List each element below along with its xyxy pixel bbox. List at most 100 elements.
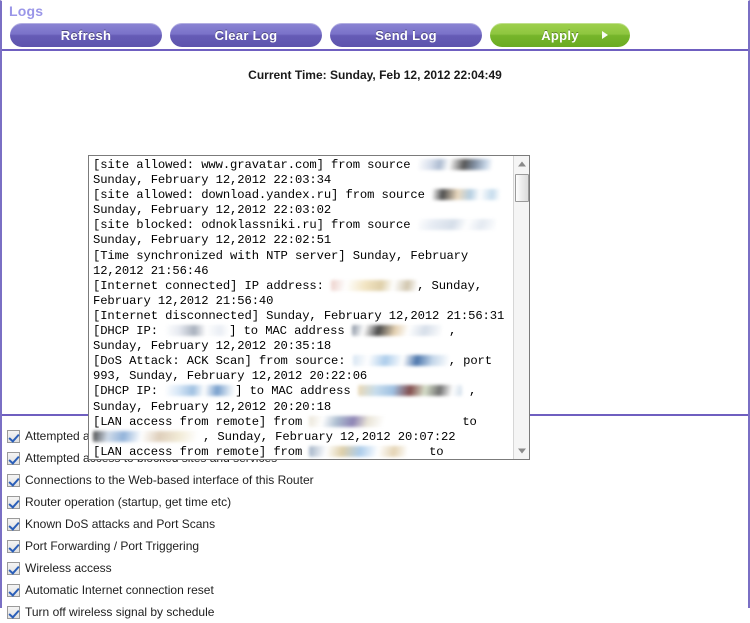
log-line: Sunday, February 12,2012 22:03:02: [93, 203, 511, 218]
log-option-label: Turn off wireless signal by schedule: [25, 605, 215, 619]
log-line-text: ] to MAC address: [235, 384, 358, 399]
log-option-label: Wireless access: [25, 561, 112, 575]
apply-button[interactable]: Apply: [490, 23, 630, 47]
log-line: Sunday, February 12,2012 20:35:18: [93, 339, 511, 354]
redacted-address: [417, 219, 496, 231]
log-line: , Sunday, February 12,2012 20:07:22: [93, 430, 511, 445]
redacted-mac-address: [357, 385, 462, 397]
log-line-text: [Internet connected] IP address:: [93, 278, 332, 293]
checkbox-checked-icon[interactable]: [7, 605, 20, 619]
log-line: [DoS Attack: ACK Scan] from source: , po…: [93, 354, 511, 369]
log-line: February 12,2012 21:56:40: [93, 294, 511, 309]
log-line: [DHCP IP: ] to MAC address ,: [93, 384, 511, 399]
refresh-button[interactable]: Refresh: [10, 23, 162, 47]
log-option-row[interactable]: Known DoS attacks and Port Scans: [7, 513, 748, 535]
log-line-text: [site allowed: download.yandex.ru] from …: [93, 188, 433, 203]
page-header: Logs Refresh Clear Log Send Log Apply: [2, 1, 748, 51]
redacted-mac-address: [351, 325, 442, 337]
log-scrollbar[interactable]: [513, 156, 529, 459]
log-line-text: [DHCP IP:: [93, 324, 166, 339]
log-line-text: 993, Sunday, February 12,2012 20:22:06: [93, 369, 368, 384]
log-line: [Internet disconnected] Sunday, February…: [93, 309, 511, 324]
log-option-row[interactable]: Wireless access: [7, 557, 748, 579]
logs-page: Logs Refresh Clear Log Send Log Apply Cu…: [0, 0, 750, 623]
log-line-text: [Internet disconnected] Sunday, February…: [93, 308, 505, 323]
log-line-text: Sunday, February 12,2012 22:03:34: [93, 173, 332, 188]
log-line-text: to: [407, 444, 444, 459]
redacted-address: [417, 159, 492, 170]
scroll-down-icon[interactable]: [514, 443, 529, 459]
log-line-text: [DHCP IP:: [93, 384, 166, 399]
log-line: Sunday, February 12,2012 22:03:34: [93, 173, 511, 188]
page-title: Logs: [9, 3, 44, 19]
log-line-text: to: [397, 414, 477, 429]
log-line-text: ,: [461, 384, 477, 399]
log-line-text: Sunday, February 12,2012 20:20:18: [93, 399, 332, 414]
log-text-content: [site allowed: www.gravatar.com] from so…: [89, 156, 513, 459]
log-option-row[interactable]: Router operation (startup, get time etc): [7, 491, 748, 513]
log-line-text: [LAN access from remote] from: [93, 414, 310, 429]
apply-button-label: Apply: [541, 27, 579, 43]
checkbox-checked-icon[interactable]: [7, 561, 20, 575]
scrollbar-thumb[interactable]: [515, 174, 529, 202]
log-line: [site blocked: odnoklassniki.ru] from so…: [93, 218, 511, 233]
log-line-text: February 12,2012 21:56:40: [93, 293, 274, 308]
log-line-text: ] to MAC address: [229, 324, 352, 339]
log-line-text: Sunday, February 12,2012 22:02:51: [93, 233, 332, 248]
log-option-row[interactable]: Automatic Internet connection reset: [7, 579, 748, 601]
checkbox-checked-icon[interactable]: [7, 473, 20, 487]
scroll-up-icon[interactable]: [514, 156, 529, 172]
redacted-address: [309, 445, 408, 457]
checkbox-checked-icon[interactable]: [7, 583, 20, 597]
checkbox-checked-icon[interactable]: [7, 539, 20, 553]
log-line-text: , Sunday, February 12,2012 20:07:22: [203, 429, 456, 444]
redacted-address: [309, 415, 398, 427]
log-line-text: Sunday, February 12,2012 20:35:18: [93, 339, 332, 354]
log-option-label: Known DoS attacks and Port Scans: [25, 517, 216, 531]
log-line-text: 12,2012 21:56:46: [93, 263, 209, 278]
log-line-text: [DoS Attack: ACK Scan] from source:: [93, 354, 353, 369]
redacted-address: [165, 325, 230, 337]
checkbox-checked-icon[interactable]: [7, 451, 20, 465]
log-line: Sunday, February 12,2012 20:20:18: [93, 400, 511, 415]
checkbox-checked-icon[interactable]: [7, 429, 20, 443]
log-option-label: Router operation (startup, get time etc): [25, 495, 232, 509]
log-line-text: [site blocked: odnoklassniki.ru] from so…: [93, 218, 418, 233]
log-line: [site allowed: www.gravatar.com] from so…: [93, 158, 511, 173]
log-line: 993, Sunday, February 12,2012 20:22:06: [93, 369, 511, 384]
log-option-row[interactable]: Connections to the Web-based interface o…: [7, 469, 748, 491]
log-line: [Internet connected] IP address: , Sunda…: [93, 279, 511, 294]
log-line: [LAN access from remote] from to: [93, 415, 511, 430]
log-option-label: Automatic Internet connection reset: [25, 583, 214, 597]
log-line-text: , port: [448, 354, 492, 369]
log-textarea[interactable]: [site allowed: www.gravatar.com] from so…: [88, 155, 530, 460]
redacted-address: [352, 355, 449, 367]
log-line-text: ,: [441, 324, 457, 339]
log-line-text: [LAN access from remote] from: [93, 444, 310, 459]
log-line: [site allowed: download.yandex.ru] from …: [93, 188, 511, 203]
current-time-label: Current Time: Sunday, Feb 12, 2012 22:04…: [248, 68, 502, 82]
redacted-address: [93, 430, 203, 442]
checkbox-checked-icon[interactable]: [7, 495, 20, 509]
log-option-row[interactable]: Turn off wireless signal by schedule: [7, 601, 748, 623]
log-line: [DHCP IP: ] to MAC address ,: [93, 324, 511, 339]
clear-log-button[interactable]: Clear Log: [170, 23, 322, 47]
log-option-label: Port Forwarding / Port Triggering: [25, 539, 200, 553]
log-line: [Time synchronized with NTP server] Sund…: [93, 249, 511, 264]
send-log-button[interactable]: Send Log: [330, 23, 482, 47]
log-line: [LAN access from remote] from to: [93, 445, 511, 459]
log-option-label: Connections to the Web-based interface o…: [25, 473, 314, 487]
checkbox-checked-icon[interactable]: [7, 517, 20, 531]
toolbar: Refresh Clear Log Send Log Apply: [10, 23, 738, 47]
log-line-text: , Sunday,: [417, 278, 482, 293]
log-line-text: [Time synchronized with NTP server] Sund…: [93, 248, 469, 263]
log-section: Current Time: Sunday, Feb 12, 2012 22:04…: [2, 68, 748, 460]
redacted-address: [331, 279, 418, 291]
arrow-right-icon: [602, 31, 608, 39]
log-line: 12,2012 21:56:46: [93, 264, 511, 279]
log-line: Sunday, February 12,2012 22:02:51: [93, 233, 511, 248]
log-option-row[interactable]: Port Forwarding / Port Triggering: [7, 535, 748, 557]
log-line-text: Sunday, February 12,2012 22:03:02: [93, 203, 332, 218]
redacted-address: [432, 189, 501, 201]
redacted-address: [165, 385, 236, 397]
